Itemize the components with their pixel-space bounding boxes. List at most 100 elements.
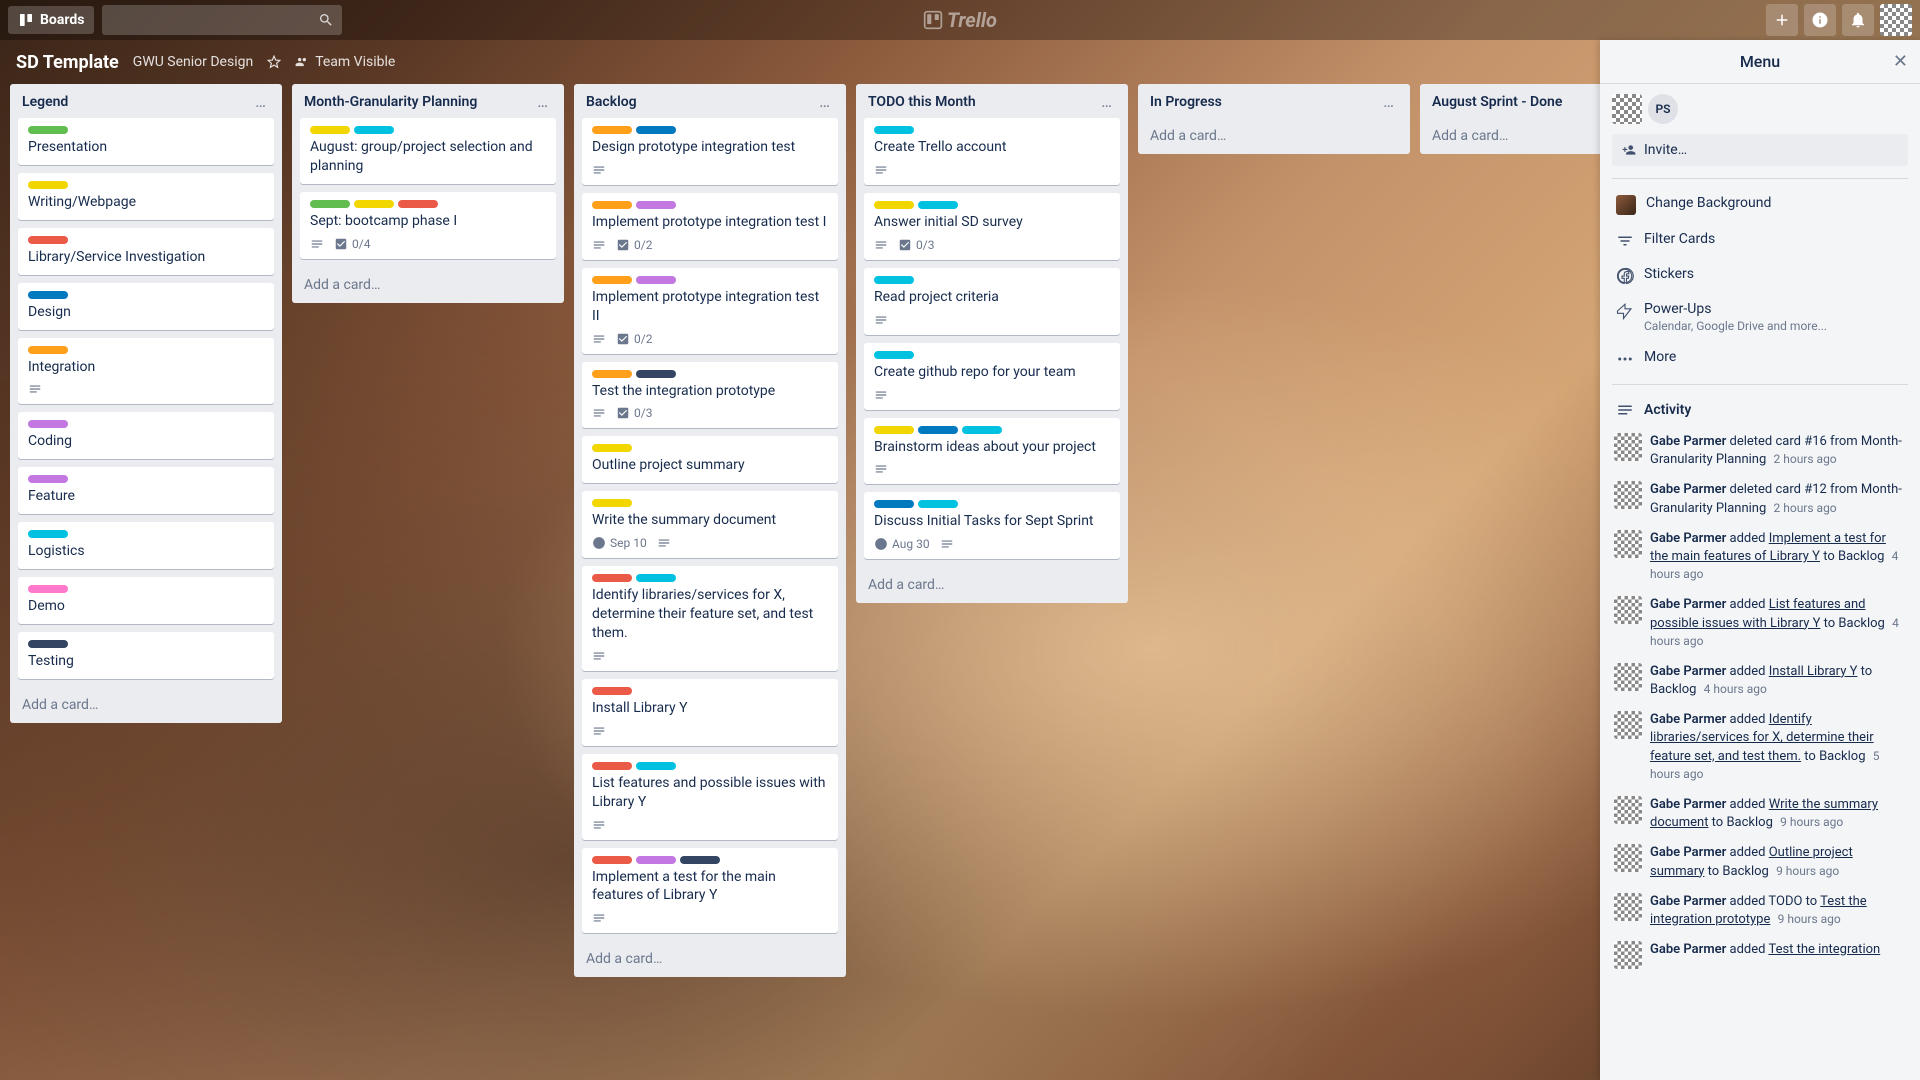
menu-title: Menu: [1740, 52, 1780, 71]
card[interactable]: Design prototype integration test: [582, 118, 838, 185]
card[interactable]: Presentation: [18, 118, 274, 165]
activity-text: Gabe Parmer deleted card #16 from Month-…: [1650, 433, 1906, 469]
activity-avatar[interactable]: [1614, 663, 1642, 691]
label-sky: [636, 574, 676, 582]
list-menu-button[interactable]: …: [251, 97, 270, 107]
card[interactable]: Feature: [18, 467, 274, 514]
activity-text: Gabe Parmer deleted card #12 from Month-…: [1650, 481, 1906, 517]
menu-stickers[interactable]: Stickers: [1612, 258, 1908, 293]
list-title[interactable]: Month-Granularity Planning: [304, 94, 477, 110]
description-badge: [592, 332, 606, 346]
label-purple: [28, 420, 68, 428]
info-button[interactable]: [1804, 4, 1836, 36]
list-title[interactable]: Legend: [22, 94, 68, 110]
card[interactable]: Logistics: [18, 522, 274, 569]
list-menu-button[interactable]: …: [1379, 97, 1398, 107]
activity-avatar[interactable]: [1614, 844, 1642, 872]
card[interactable]: Integration: [18, 338, 274, 405]
label-sky: [28, 530, 68, 538]
card[interactable]: Install Library Y: [582, 679, 838, 746]
add-card-button[interactable]: Add a card…: [292, 267, 564, 303]
list-header: Month-Granularity Planning …: [292, 84, 564, 118]
card-badges: Aug 30: [874, 537, 1110, 551]
menu-more[interactable]: More: [1612, 341, 1908, 376]
search-box[interactable]: [102, 5, 342, 35]
list-header: Backlog …: [574, 84, 846, 118]
member-initials[interactable]: PS: [1648, 94, 1678, 124]
activity-avatar[interactable]: [1614, 530, 1642, 558]
add-card-button[interactable]: Add a card…: [10, 687, 282, 723]
create-button[interactable]: [1766, 4, 1798, 36]
list-cards: August: group/project selection and plan…: [292, 118, 564, 267]
board-title[interactable]: SD Template: [16, 52, 119, 73]
card-badges: [592, 911, 828, 925]
add-card-button[interactable]: Add a card…: [574, 941, 846, 977]
menu-close-button[interactable]: ✕: [1893, 51, 1908, 72]
due-badge: Sep 10: [592, 536, 647, 550]
list-title[interactable]: In Progress: [1150, 94, 1222, 110]
card[interactable]: Implement a test for the main features o…: [582, 848, 838, 934]
star-button[interactable]: [267, 55, 281, 69]
card[interactable]: Coding: [18, 412, 274, 459]
card[interactable]: Create Trello account: [864, 118, 1120, 185]
user-avatar-button[interactable]: [1880, 4, 1912, 36]
card[interactable]: Outline project summary: [582, 436, 838, 483]
label-sky: [874, 126, 914, 134]
card[interactable]: Identify libraries/services for X, deter…: [582, 566, 838, 671]
add-card-button[interactable]: Add a card…: [1420, 118, 1600, 154]
activity-text: Gabe Parmer added TODO to Test the integ…: [1650, 893, 1906, 929]
plus-icon: [1773, 11, 1791, 29]
card[interactable]: August: group/project selection and plan…: [300, 118, 556, 184]
activity-avatar[interactable]: [1614, 893, 1642, 921]
card[interactable]: Create github repo for your team: [864, 343, 1120, 410]
card[interactable]: Library/Service Investigation: [18, 228, 274, 275]
logo[interactable]: Trello: [923, 8, 997, 32]
menu-powerups-label: Power-Ups: [1644, 301, 1827, 317]
invite-button[interactable]: Invite…: [1612, 134, 1908, 166]
menu-change-background[interactable]: Change Background: [1612, 187, 1908, 223]
add-card-button[interactable]: Add a card…: [856, 567, 1128, 603]
card[interactable]: Test the integration prototype0/3: [582, 362, 838, 429]
card[interactable]: Design: [18, 283, 274, 330]
card[interactable]: Demo: [18, 577, 274, 624]
add-card-button[interactable]: Add a card…: [1138, 118, 1410, 154]
logo-icon: [923, 10, 943, 30]
card[interactable]: Write the summary documentSep 10: [582, 491, 838, 558]
activity-avatar[interactable]: [1614, 596, 1642, 624]
list-title[interactable]: Backlog: [586, 94, 637, 110]
menu-powerups[interactable]: Power-Ups Calendar, Google Drive and mor…: [1612, 293, 1908, 341]
card[interactable]: List features and possible issues with L…: [582, 754, 838, 840]
activity-icon: [1616, 401, 1634, 419]
card[interactable]: Implement prototype integration test I0/…: [582, 193, 838, 260]
board-subtitle[interactable]: GWU Senior Design: [133, 54, 253, 70]
activity-avatar[interactable]: [1614, 481, 1642, 509]
list-menu-button[interactable]: …: [815, 97, 834, 107]
card[interactable]: Implement prototype integration test II0…: [582, 268, 838, 354]
visibility-button[interactable]: Team Visible: [295, 54, 395, 70]
activity-avatar[interactable]: [1614, 796, 1642, 824]
invite-label: Invite…: [1644, 142, 1687, 158]
card[interactable]: Sept: bootcamp phase I0/4: [300, 192, 556, 259]
menu-filter-cards[interactable]: Filter Cards: [1612, 223, 1908, 258]
member-avatar[interactable]: [1612, 94, 1642, 124]
list-title[interactable]: August Sprint - Done: [1432, 94, 1562, 110]
activity-avatar[interactable]: [1614, 433, 1642, 461]
card[interactable]: Testing: [18, 632, 274, 679]
card[interactable]: Read project criteria: [864, 268, 1120, 335]
list-menu-button[interactable]: …: [1097, 97, 1116, 107]
label-black: [28, 640, 68, 648]
search-input[interactable]: [110, 13, 318, 28]
card[interactable]: Brainstorm ideas about your project: [864, 418, 1120, 485]
list-title[interactable]: TODO this Month: [868, 94, 976, 110]
card-title: Presentation: [28, 138, 264, 157]
activity-avatar[interactable]: [1614, 711, 1642, 739]
notifications-button[interactable]: [1842, 4, 1874, 36]
card[interactable]: Writing/Webpage: [18, 173, 274, 220]
label-black: [680, 856, 720, 864]
card[interactable]: Answer initial SD survey0/3: [864, 193, 1120, 260]
card[interactable]: Discuss Initial Tasks for Sept SprintAug…: [864, 492, 1120, 559]
activity-avatar[interactable]: [1614, 941, 1642, 969]
list-menu-button[interactable]: …: [533, 97, 552, 107]
card-badges: [874, 388, 1110, 402]
boards-button[interactable]: Boards: [8, 6, 94, 34]
